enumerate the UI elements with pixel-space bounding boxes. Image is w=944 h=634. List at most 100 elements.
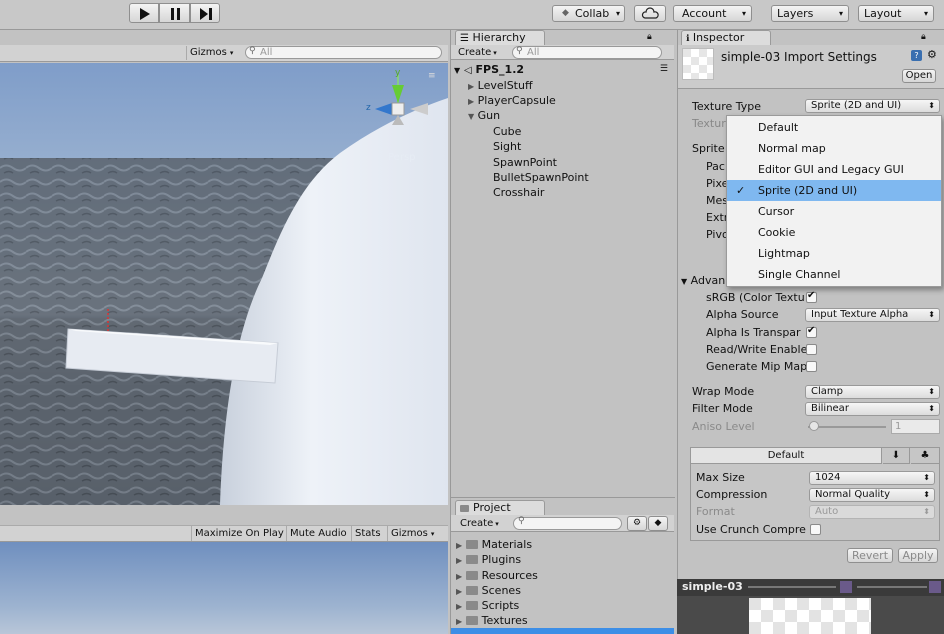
platform-tab-standalone[interactable]: ⬇ bbox=[883, 448, 910, 464]
alpha-transparency-label: Alpha Is Transpar bbox=[706, 326, 801, 339]
menu-item-cookie[interactable]: Cookie bbox=[727, 222, 941, 243]
tree-item-crosshair[interactable]: Crosshair bbox=[493, 185, 544, 200]
menu-item-normal-map[interactable]: Normal map bbox=[727, 138, 941, 159]
hierarchy-create-label: Create bbox=[458, 47, 492, 58]
maximize-on-play-toggle[interactable]: Maximize On Play bbox=[191, 526, 287, 541]
hierarchy-create-dropdown[interactable]: Create ▾ bbox=[458, 46, 506, 59]
mute-audio-toggle[interactable]: Mute Audio bbox=[286, 526, 350, 541]
texture-type-dropdown[interactable]: Sprite (2D and UI) ⬍ bbox=[805, 99, 940, 113]
preview-rgb-icon[interactable] bbox=[840, 581, 852, 593]
collapsed-arrow-icon: ▶ bbox=[456, 541, 463, 550]
preview-alpha-icon[interactable] bbox=[929, 581, 941, 593]
aniso-level-slider[interactable] bbox=[808, 426, 886, 428]
scene-geometry bbox=[0, 75, 448, 505]
tree-item-spawnpoint[interactable]: SpawnPoint bbox=[493, 155, 557, 170]
account-dropdown[interactable]: Account ▾ bbox=[673, 5, 752, 22]
folder-row-materials[interactable]: ▶ Materials bbox=[456, 537, 532, 552]
dropdown-arrows-icon: ⬍ bbox=[928, 387, 935, 396]
game-gizmos-dropdown[interactable]: Gizmos ▾ bbox=[387, 526, 443, 541]
search-icon: ⚲ bbox=[249, 46, 256, 56]
filter-mode-dropdown[interactable]: Bilinear ⬍ bbox=[805, 402, 940, 416]
project-search-input[interactable]: ⚲ bbox=[513, 516, 622, 530]
folder-icon bbox=[465, 540, 478, 549]
srgb-checkbox[interactable]: ✔ bbox=[806, 290, 817, 303]
preview-slider[interactable] bbox=[857, 586, 927, 588]
preview-title: simple-03 bbox=[682, 580, 743, 593]
folder-row-resources[interactable]: ▶ Resources bbox=[456, 568, 538, 583]
collapsed-arrow-icon: ▶ bbox=[456, 602, 463, 611]
tree-item-gun[interactable]: ▼ Gun bbox=[468, 108, 500, 123]
scene-viewport[interactable]: y z Persp ≡ bbox=[0, 63, 448, 505]
preview-header[interactable]: simple-03 bbox=[677, 579, 944, 596]
tree-item-label: LevelStuff bbox=[477, 79, 533, 92]
folder-label: Textures bbox=[481, 614, 528, 627]
unity-scene-icon: ◁ bbox=[464, 65, 472, 76]
play-button[interactable] bbox=[129, 3, 159, 23]
layout-label: Layout bbox=[864, 7, 902, 20]
hierarchy-search-input[interactable]: ⚲ All bbox=[512, 46, 662, 59]
tab-inspector[interactable]: ℹ Inspector bbox=[681, 30, 771, 45]
layers-dropdown[interactable]: Layers ▾ bbox=[771, 5, 849, 22]
menu-item-label: Single Channel bbox=[758, 268, 841, 281]
folder-row-textures[interactable]: ▶ Textures bbox=[456, 613, 528, 628]
filter-label-button[interactable]: ◆ bbox=[648, 516, 668, 531]
aniso-slider-thumb[interactable] bbox=[809, 421, 819, 431]
scene-search-input[interactable]: ⚲ All bbox=[245, 46, 442, 59]
filter-mode-value: Bilinear bbox=[811, 403, 849, 414]
aniso-level-input[interactable]: 1 bbox=[891, 419, 940, 434]
menu-item-cursor[interactable]: Cursor bbox=[727, 201, 941, 222]
filter-type-button[interactable]: ⚙ bbox=[627, 516, 647, 531]
project-create-dropdown[interactable]: Create ▾ bbox=[460, 517, 508, 530]
tree-item-bulletspawnpoint[interactable]: BulletSpawnPoint bbox=[493, 170, 589, 185]
game-viewport[interactable] bbox=[0, 542, 448, 634]
preview-image bbox=[749, 598, 871, 634]
step-button[interactable] bbox=[190, 3, 220, 23]
menu-item-lightmap[interactable]: Lightmap bbox=[727, 243, 941, 264]
inspector-tab-label: Inspector bbox=[692, 31, 745, 44]
menu-item-default[interactable]: Default bbox=[727, 117, 941, 138]
selected-folder-row[interactable] bbox=[451, 628, 674, 634]
open-button[interactable]: Open bbox=[902, 69, 936, 83]
cloud-button[interactable] bbox=[634, 5, 666, 22]
folder-row-scenes[interactable]: ▶ Scenes bbox=[456, 583, 521, 598]
help-icon[interactable]: ? bbox=[911, 50, 922, 61]
max-size-dropdown[interactable]: 1024 ⬍ bbox=[809, 471, 935, 485]
crunch-compression-checkbox[interactable] bbox=[810, 524, 821, 535]
check-icon: ✔ bbox=[807, 290, 816, 301]
revert-button[interactable]: Revert bbox=[847, 548, 893, 563]
tab-hierarchy[interactable]: ☰ Hierarchy bbox=[455, 30, 545, 45]
tree-item-playercapsule[interactable]: ▶ PlayerCapsule bbox=[468, 93, 556, 108]
tree-item-sight[interactable]: Sight bbox=[493, 139, 521, 154]
compression-dropdown[interactable]: Normal Quality ⬍ bbox=[809, 488, 935, 502]
menu-item-label: Cookie bbox=[758, 226, 796, 239]
tree-item-cube[interactable]: Cube bbox=[493, 124, 521, 139]
read-write-checkbox[interactable] bbox=[806, 344, 817, 355]
folder-row-plugins[interactable]: ▶ Plugins bbox=[456, 552, 521, 567]
platform-tab-default[interactable]: Default bbox=[691, 448, 882, 464]
tree-item-levelstuff[interactable]: ▶ LevelStuff bbox=[468, 78, 533, 93]
scene-gizmos-dropdown[interactable]: Gizmos ▾ bbox=[186, 46, 238, 60]
scene-root-row[interactable]: ▼ ◁ FPS_1.2 ☰ bbox=[454, 62, 672, 77]
wrap-mode-dropdown[interactable]: Clamp ⬍ bbox=[805, 385, 940, 399]
advanced-foldout[interactable]: ▼ Advan bbox=[681, 273, 725, 288]
gear-icon[interactable]: ⚙ bbox=[927, 48, 937, 61]
preview-drag-handle[interactable] bbox=[748, 586, 836, 588]
generate-mipmap-checkbox[interactable] bbox=[806, 361, 817, 372]
menu-item-single-channel[interactable]: Single Channel bbox=[727, 264, 941, 285]
alpha-source-dropdown[interactable]: Input Texture Alpha ⬍ bbox=[805, 308, 940, 322]
alpha-transparency-checkbox[interactable]: ✔ bbox=[806, 325, 817, 338]
tab-project[interactable]: Project bbox=[455, 500, 545, 515]
folder-row-scripts[interactable]: ▶ Scripts bbox=[456, 598, 519, 613]
apply-button[interactable]: Apply bbox=[898, 548, 938, 563]
layout-dropdown[interactable]: Layout ▾ bbox=[858, 5, 934, 22]
pause-button[interactable] bbox=[159, 3, 190, 23]
platform-tab-android[interactable]: ♣ bbox=[911, 448, 939, 464]
wrap-mode-label: Wrap Mode bbox=[692, 385, 755, 398]
stats-toggle[interactable]: Stats bbox=[351, 526, 384, 541]
filter-icon: ⚙ bbox=[632, 518, 642, 528]
dropdown-arrows-icon: ⬍ bbox=[928, 404, 935, 413]
menu-item-sprite[interactable]: ✓ Sprite (2D and UI) bbox=[727, 180, 941, 201]
collab-button[interactable]: ◆ Collab ▾ bbox=[552, 5, 625, 22]
max-size-label: Max Size bbox=[696, 471, 745, 484]
menu-item-editor-gui[interactable]: Editor GUI and Legacy GUI bbox=[727, 159, 941, 180]
